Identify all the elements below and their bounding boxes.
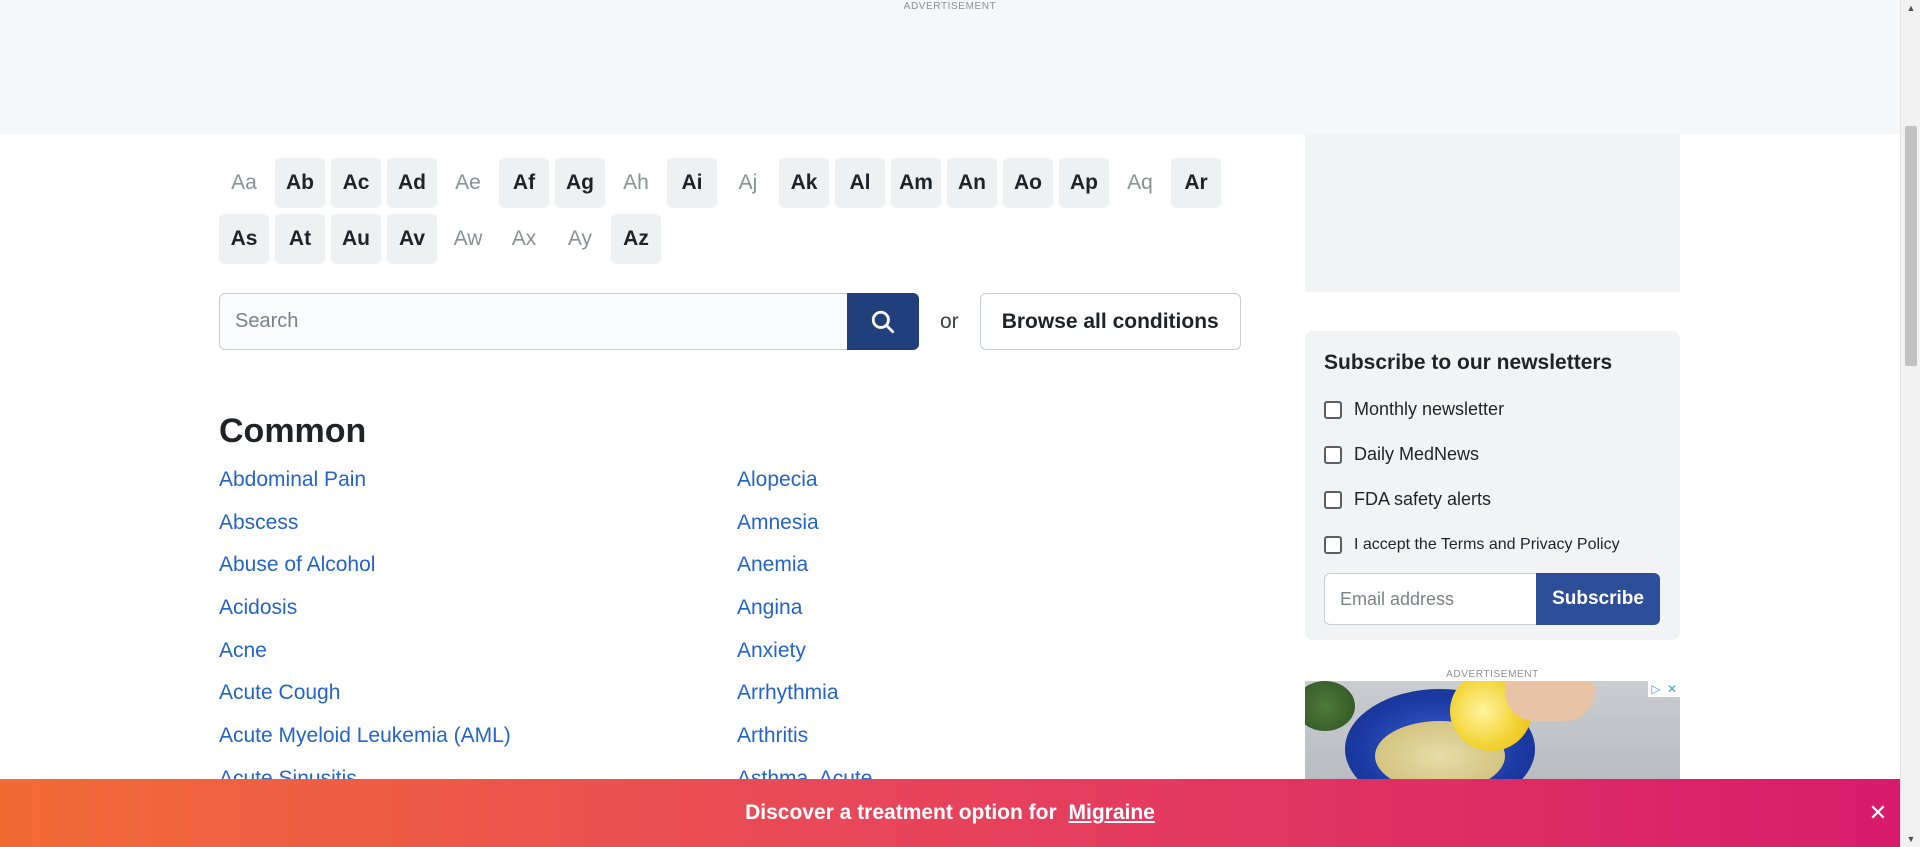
alpha-tile-al[interactable]: Al: [835, 158, 885, 208]
condition-link[interactable]: Arrhythmia: [737, 681, 872, 724]
newsletter-option-monthly[interactable]: Monthly newsletter: [1324, 387, 1661, 432]
page-scrollbar[interactable]: ▲ ▼: [1900, 0, 1920, 847]
condition-link[interactable]: Amnesia: [737, 511, 872, 554]
ad-label: ADVERTISEMENT: [903, 1, 997, 12]
newsletter-box: Subscribe to our newsletters Monthly new…: [1305, 331, 1680, 640]
condition-link[interactable]: Acidosis: [219, 596, 511, 639]
condition-link[interactable]: Arthritis: [737, 724, 872, 767]
newsletter-form: Subscribe: [1324, 573, 1661, 625]
newsletter-option-label: Monthly newsletter: [1354, 399, 1505, 419]
ad-choices[interactable]: ▷ ✕: [1648, 681, 1680, 697]
alpha-tile-aa: Aa: [231, 171, 257, 194]
alpha-tile-ax: Ax: [511, 227, 537, 250]
condition-link[interactable]: Anxiety: [737, 639, 872, 682]
common-heading: Common: [219, 412, 367, 450]
search-button[interactable]: [847, 293, 919, 350]
alpha-tile-ar[interactable]: Ar: [1171, 158, 1221, 208]
alpha-tile-ag[interactable]: Ag: [555, 158, 605, 208]
checkbox[interactable]: [1324, 490, 1342, 509]
alpha-tile-ah: Ah: [623, 171, 649, 194]
alpha-tile-am[interactable]: Am: [891, 158, 941, 208]
condition-link[interactable]: Abuse of Alcohol: [219, 553, 511, 596]
sidebar-ad-label: ADVERTISEMENT: [1446, 669, 1539, 680]
alpha-tile-ao[interactable]: Ao: [1003, 158, 1053, 208]
alpha-tile-ae: Ae: [455, 171, 481, 194]
newsletter-option-label: Daily MedNews: [1354, 444, 1480, 464]
alpha-tile-af[interactable]: Af: [499, 158, 549, 208]
scroll-up-icon[interactable]: ▲: [1901, 0, 1920, 16]
scrollbar-thumb[interactable]: [1905, 126, 1917, 366]
ad-choices-icon[interactable]: ▷: [1648, 681, 1664, 697]
scroll-down-icon[interactable]: ▼: [1901, 831, 1920, 847]
alpha-tile-av[interactable]: Av: [387, 214, 437, 264]
subscribe-button[interactable]: Subscribe: [1536, 573, 1660, 625]
alpha-tile-aw: Aw: [453, 227, 483, 250]
alpha-tile-ad[interactable]: Ad: [387, 158, 437, 208]
promo-message: Discover a treatment option for: [745, 801, 1057, 824]
search-row: or Browse all conditions: [219, 293, 1241, 350]
alpha-tile-an[interactable]: An: [947, 158, 997, 208]
checkbox[interactable]: [1324, 445, 1342, 464]
alpha-tile-ak[interactable]: Ak: [779, 158, 829, 208]
condition-link[interactable]: Anemia: [737, 553, 872, 596]
alphabet-index: Aa Ab Ac Ad Ae Af Ag Ah Ai Aj Ak Al Am An Ao Ap Aq Ar As At…: [219, 158, 1229, 264]
checkbox[interactable]: [1324, 400, 1342, 419]
alpha-tile-at[interactable]: At: [275, 214, 325, 264]
newsletter-option-fda-alerts[interactable]: FDA safety alerts: [1324, 477, 1661, 522]
search-input[interactable]: [219, 293, 847, 350]
conditions-column-left: Abdominal Pain Abscess Abuse of Alcohol Aci…: [219, 468, 511, 810]
alpha-tile-aq: Aq: [1127, 171, 1153, 194]
alpha-tile-au[interactable]: Au: [331, 214, 381, 264]
ad-close-icon[interactable]: ✕: [1664, 681, 1680, 697]
close-icon[interactable]: ✕: [1866, 801, 1890, 825]
alpha-tile-ab[interactable]: Ab: [275, 158, 325, 208]
promo-text: Discover a treatment option for Migraine: [745, 801, 1155, 825]
alpha-tile-ac[interactable]: Ac: [331, 158, 381, 208]
condition-link[interactable]: Alopecia: [737, 468, 872, 511]
top-ad-banner: ADVERTISEMENT: [0, 0, 1900, 134]
terms-label: I accept the Terms and Privacy Policy: [1354, 535, 1620, 553]
condition-link[interactable]: Angina: [737, 596, 872, 639]
ad-graphic-hand: [1505, 681, 1595, 721]
ad-graphic-greens: [1305, 681, 1355, 731]
sidebar-ad-placeholder: [1305, 134, 1680, 292]
conditions-column-right: Alopecia Amnesia Anemia Angina Anxiety Arrhyt…: [737, 468, 872, 810]
newsletter-option-daily-mednews[interactable]: Daily MedNews: [1324, 432, 1661, 477]
alpha-tile-aj: Aj: [738, 171, 758, 194]
search-icon: [871, 310, 895, 333]
terms-consent[interactable]: I accept the Terms and Privacy Policy: [1324, 522, 1661, 567]
condition-link[interactable]: Acute Myeloid Leukemia (AML): [219, 724, 511, 767]
condition-link[interactable]: Abdominal Pain: [219, 468, 511, 511]
condition-link[interactable]: Acute Cough: [219, 681, 511, 724]
alpha-tile-as[interactable]: As: [219, 214, 269, 264]
promo-link-migraine[interactable]: Migraine: [1069, 801, 1155, 824]
checkbox[interactable]: [1324, 535, 1342, 554]
condition-link[interactable]: Abscess: [219, 511, 511, 554]
browse-all-conditions-button[interactable]: Browse all conditions: [979, 293, 1241, 350]
email-field[interactable]: [1324, 573, 1536, 625]
alpha-tile-ai[interactable]: Ai: [667, 158, 717, 208]
newsletter-title: Subscribe to our newsletters: [1324, 351, 1613, 374]
condition-link[interactable]: Acne: [219, 639, 511, 682]
alpha-tile-ap[interactable]: Ap: [1059, 158, 1109, 208]
alpha-tile-az[interactable]: Az: [611, 214, 661, 264]
sidebar-ad-image[interactable]: ▷ ✕: [1305, 681, 1680, 780]
alpha-tile-ay: Ay: [567, 227, 593, 250]
promo-bar: Discover a treatment option for Migraine…: [0, 779, 1900, 847]
or-label: or: [940, 309, 959, 333]
newsletter-option-label: FDA safety alerts: [1354, 489, 1492, 509]
